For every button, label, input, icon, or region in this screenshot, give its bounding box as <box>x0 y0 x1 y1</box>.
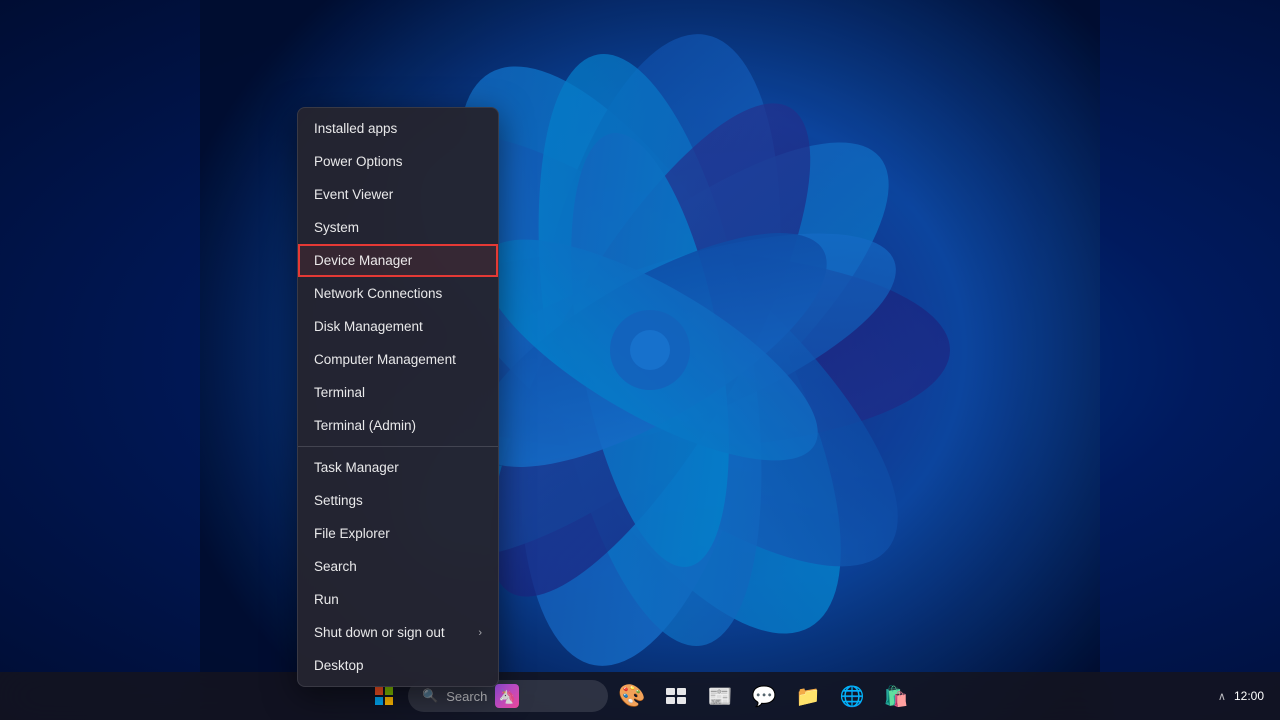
menu-item-label-search: Search <box>314 559 357 574</box>
menu-item-run[interactable]: Run <box>298 583 498 616</box>
menu-item-terminal[interactable]: Terminal <box>298 376 498 409</box>
taskview-icon <box>666 688 686 704</box>
menu-item-label-network-connections: Network Connections <box>314 286 442 301</box>
menu-item-event-viewer[interactable]: Event Viewer <box>298 178 498 211</box>
menu-item-label-settings: Settings <box>314 493 363 508</box>
taskbar-teams[interactable]: 💬 <box>744 676 784 716</box>
taskbar-explorer[interactable]: 📁 <box>788 676 828 716</box>
menu-item-label-computer-management: Computer Management <box>314 352 456 367</box>
windows-logo-icon <box>375 687 393 705</box>
menu-item-label-installed-apps: Installed apps <box>314 121 397 136</box>
menu-item-device-manager[interactable]: Device Manager <box>298 244 498 277</box>
taskbar-search-label: Search <box>446 689 487 704</box>
system-tray: ∧ 12:00 <box>1218 689 1264 703</box>
menu-item-desktop[interactable]: Desktop <box>298 649 498 682</box>
menu-item-label-terminal-admin: Terminal (Admin) <box>314 418 416 433</box>
menu-item-search[interactable]: Search <box>298 550 498 583</box>
menu-item-label-desktop: Desktop <box>314 658 364 673</box>
tray-time: 12:00 <box>1234 689 1264 703</box>
search-icon: 🔍 <box>422 688 438 704</box>
menu-item-file-explorer[interactable]: File Explorer <box>298 517 498 550</box>
tray-chevron[interactable]: ∧ <box>1218 690 1226 703</box>
desktop <box>0 0 1280 720</box>
menu-item-settings[interactable]: Settings <box>298 484 498 517</box>
menu-item-label-terminal: Terminal <box>314 385 365 400</box>
menu-item-label-system: System <box>314 220 359 235</box>
menu-arrow-shutdown-signout: › <box>478 627 482 639</box>
taskbar-store[interactable]: 🛍️ <box>876 676 916 716</box>
menu-item-label-task-manager: Task Manager <box>314 460 399 475</box>
menu-item-label-file-explorer: File Explorer <box>314 526 390 541</box>
menu-item-label-event-viewer: Event Viewer <box>314 187 393 202</box>
menu-item-disk-management[interactable]: Disk Management <box>298 310 498 343</box>
menu-item-label-device-manager: Device Manager <box>314 253 412 268</box>
taskbar-taskview[interactable] <box>656 676 696 716</box>
menu-item-label-run: Run <box>314 592 339 607</box>
taskbar-widgets[interactable]: 📰 <box>700 676 740 716</box>
search-unicorn-icon: 🦄 <box>495 684 519 708</box>
menu-separator <box>298 446 498 447</box>
menu-item-task-manager[interactable]: Task Manager <box>298 451 498 484</box>
taskbar-edge[interactable]: 🌐 <box>832 676 872 716</box>
menu-item-label-disk-management: Disk Management <box>314 319 423 334</box>
menu-item-terminal-admin[interactable]: Terminal (Admin) <box>298 409 498 442</box>
menu-item-network-connections[interactable]: Network Connections <box>298 277 498 310</box>
taskbar: 🔍 Search 🦄 🎨 📰 💬 📁 🌐 🛍️ ∧ 12:00 <box>0 672 1280 720</box>
menu-item-power-options[interactable]: Power Options <box>298 145 498 178</box>
menu-item-label-power-options: Power Options <box>314 154 403 169</box>
menu-item-computer-management[interactable]: Computer Management <box>298 343 498 376</box>
context-menu: Installed apps Power Options Event Viewer S… <box>297 107 499 687</box>
menu-item-label-shutdown-signout: Shut down or sign out <box>314 625 445 640</box>
menu-item-shutdown-signout[interactable]: Shut down or sign out › <box>298 616 498 649</box>
menu-item-system[interactable]: System <box>298 211 498 244</box>
taskbar-colors[interactable]: 🎨 <box>612 676 652 716</box>
menu-item-installed-apps[interactable]: Installed apps <box>298 112 498 145</box>
